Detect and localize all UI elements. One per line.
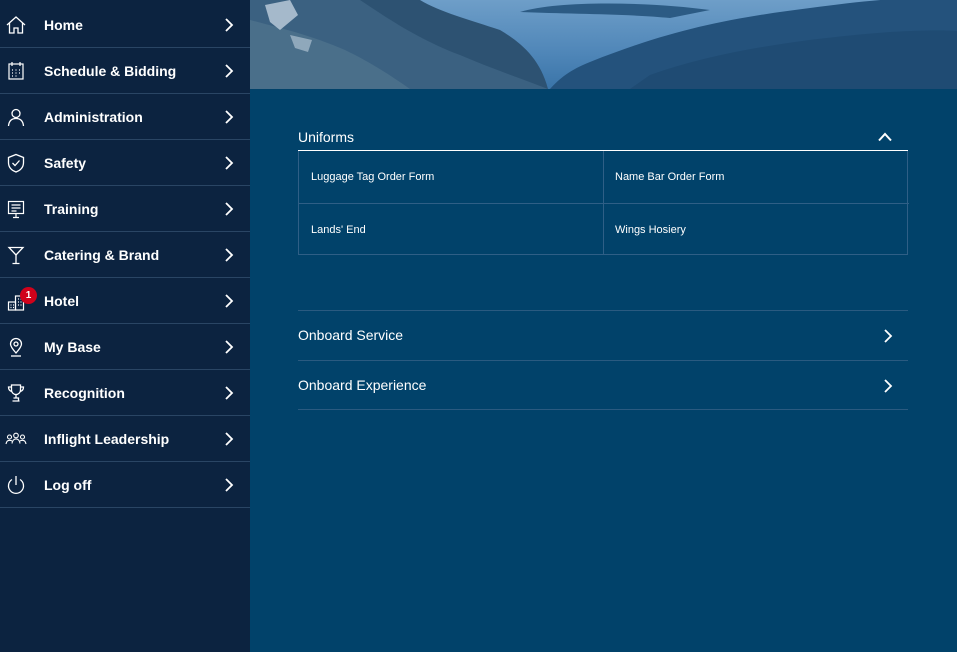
uniforms-section-header[interactable]: Uniforms bbox=[298, 124, 908, 151]
chevron-right-icon bbox=[224, 202, 234, 216]
chevron-right-icon bbox=[224, 432, 234, 446]
chevron-right-icon bbox=[224, 64, 234, 78]
section-title: Uniforms bbox=[298, 129, 355, 145]
group-icon bbox=[5, 428, 27, 450]
wings-hosiery-link[interactable]: Wings Hosiery bbox=[604, 203, 909, 255]
chevron-right-icon bbox=[224, 478, 234, 492]
chevron-right-icon bbox=[224, 110, 234, 124]
lands-end-link[interactable]: Lands' End bbox=[299, 203, 604, 255]
location-pin-icon bbox=[5, 336, 27, 358]
chevron-up-icon[interactable] bbox=[878, 132, 892, 142]
luggage-tag-order-form-link[interactable]: Luggage Tag Order Form bbox=[299, 151, 604, 203]
sidebar-item-training[interactable]: Training bbox=[0, 186, 250, 232]
power-icon bbox=[5, 474, 27, 496]
sidebar-item-catering-brand[interactable]: Catering & Brand bbox=[0, 232, 250, 278]
section-title: Onboard Service bbox=[298, 327, 404, 343]
sidebar-item-home[interactable]: Home bbox=[0, 2, 250, 48]
notification-badge: 1 bbox=[20, 287, 37, 304]
chevron-right-icon bbox=[224, 248, 234, 262]
shield-icon bbox=[5, 152, 27, 174]
calendar-icon bbox=[5, 60, 27, 82]
hero-banner-image bbox=[250, 0, 957, 89]
person-icon bbox=[5, 106, 27, 128]
sidebar-item-label: Hotel bbox=[44, 293, 79, 309]
uniforms-links-grid: Luggage Tag Order Form Name Bar Order Fo… bbox=[298, 151, 909, 255]
sidebar-item-schedule-bidding[interactable]: Schedule & Bidding bbox=[0, 48, 250, 94]
sidebar-item-label: My Base bbox=[44, 339, 101, 355]
sidebar-item-label: Home bbox=[44, 17, 83, 33]
onboard-experience-section[interactable]: Onboard Experience bbox=[298, 360, 908, 410]
sidebar-item-log-off[interactable]: Log off bbox=[0, 462, 250, 508]
sidebar-item-hotel[interactable]: 1 Hotel bbox=[0, 278, 250, 324]
home-icon bbox=[5, 14, 27, 36]
sidebar-item-label: Catering & Brand bbox=[44, 247, 160, 263]
sidebar-item-safety[interactable]: Safety bbox=[0, 140, 250, 186]
sidebar-item-my-base[interactable]: My Base bbox=[0, 324, 250, 370]
chevron-right-icon bbox=[224, 18, 234, 32]
trophy-icon bbox=[5, 382, 27, 404]
sidebar-item-label: Inflight Leadership bbox=[44, 431, 170, 447]
sidebar-nav: Home Schedule & Bidding Administration S… bbox=[0, 0, 250, 652]
sidebar-item-inflight-leadership[interactable]: Inflight Leadership bbox=[0, 416, 250, 462]
sidebar-item-label: Safety bbox=[44, 155, 87, 171]
sidebar-item-label: Log off bbox=[44, 477, 92, 493]
chevron-right-icon bbox=[224, 340, 234, 354]
chevron-right-icon bbox=[224, 156, 234, 170]
chevron-right-icon bbox=[883, 329, 893, 343]
chevron-right-icon bbox=[883, 379, 893, 393]
chevron-right-icon bbox=[224, 386, 234, 400]
sidebar-item-recognition[interactable]: Recognition bbox=[0, 370, 250, 416]
divider bbox=[298, 409, 908, 410]
chevron-right-icon bbox=[224, 294, 234, 308]
cocktail-glass-icon bbox=[5, 244, 27, 266]
sidebar-item-label: Training bbox=[44, 201, 99, 217]
training-icon bbox=[5, 198, 27, 220]
section-title: Onboard Experience bbox=[298, 377, 427, 393]
sidebar-item-administration[interactable]: Administration bbox=[0, 94, 250, 140]
sidebar-item-label: Schedule & Bidding bbox=[44, 63, 177, 79]
sidebar-item-label: Administration bbox=[44, 109, 143, 125]
name-bar-order-form-link[interactable]: Name Bar Order Form bbox=[604, 151, 909, 203]
onboard-service-section[interactable]: Onboard Service bbox=[298, 310, 908, 360]
sidebar-item-label: Recognition bbox=[44, 385, 125, 401]
